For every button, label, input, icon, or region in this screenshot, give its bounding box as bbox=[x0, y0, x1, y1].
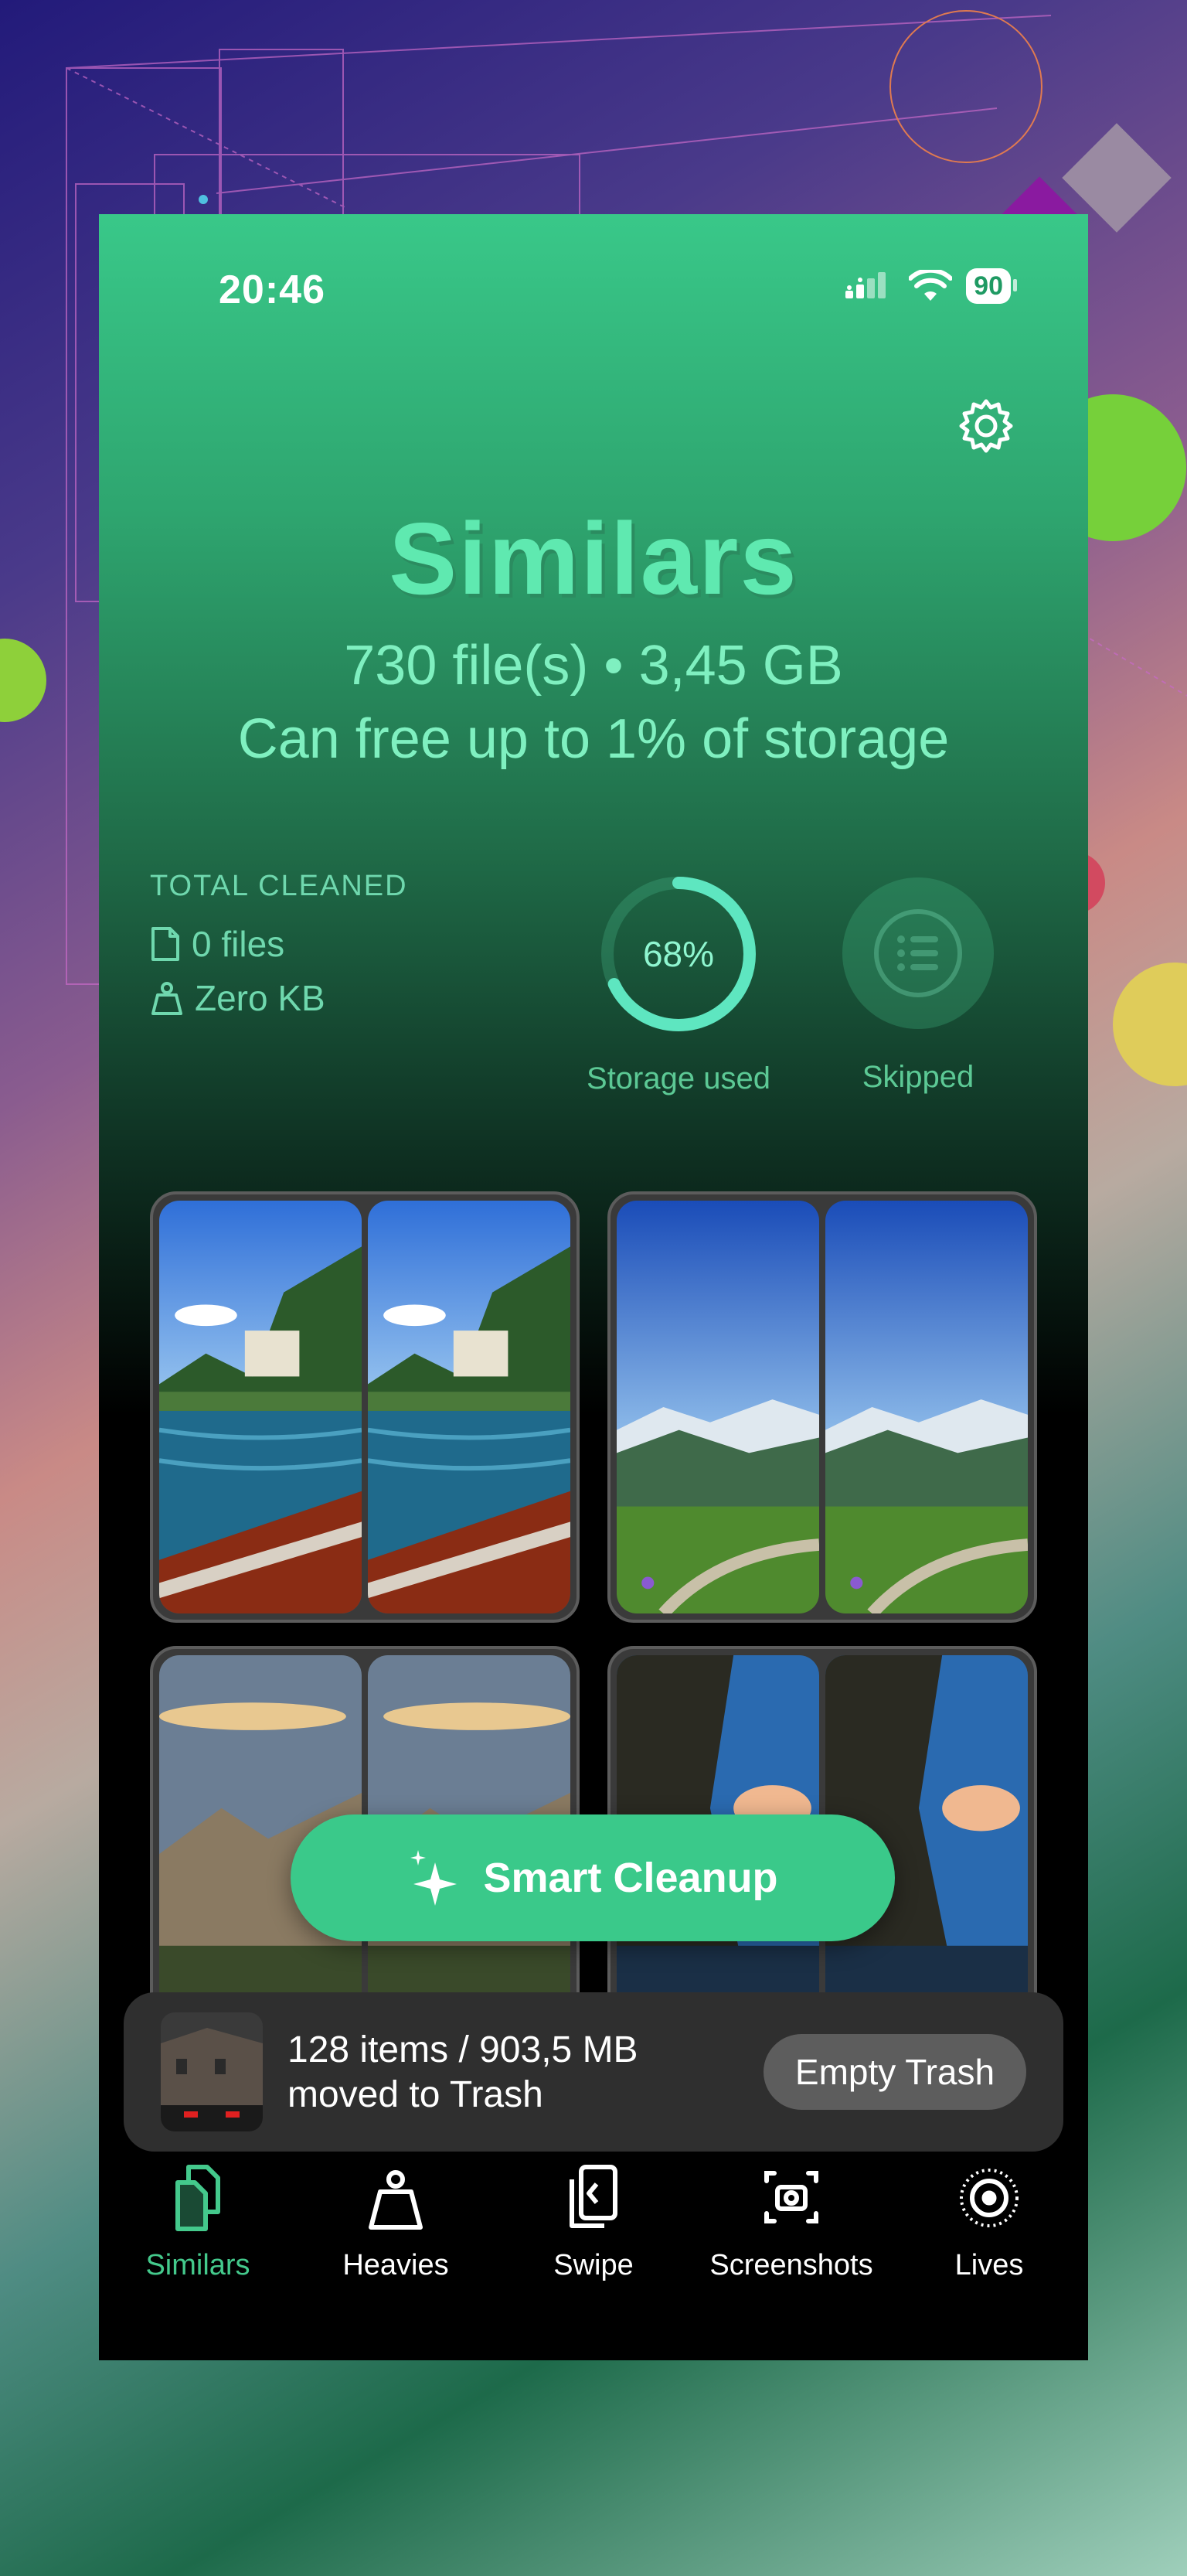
weight-icon bbox=[151, 982, 182, 1015]
tab-screenshots[interactable]: Screenshots bbox=[692, 2162, 890, 2282]
photo-thumbnail[interactable] bbox=[617, 1201, 819, 1613]
total-cleaned-label: TOTAL CLEANED bbox=[150, 870, 408, 902]
status-time: 20:46 bbox=[219, 267, 325, 312]
photo-thumbnail[interactable] bbox=[159, 1201, 362, 1613]
status-bar: 20:46 90 bbox=[99, 214, 1088, 369]
battery-indicator: 90 bbox=[966, 268, 1017, 304]
screenshot-icon bbox=[764, 2171, 818, 2223]
skipped[interactable]: Skipped bbox=[818, 873, 1019, 1095]
cleaned-files-row: 0 files bbox=[150, 923, 408, 965]
similar-group-card[interactable] bbox=[150, 1191, 580, 1623]
cleaned-files-count: 0 files bbox=[192, 924, 285, 964]
list-icon bbox=[874, 909, 962, 997]
files-summary: 730 file(s) • 3,45 GB bbox=[344, 635, 843, 697]
trash-status: moved to Trash bbox=[287, 2074, 543, 2115]
smart-cleanup-label: Smart Cleanup bbox=[483, 1855, 778, 1901]
file-icon bbox=[151, 927, 179, 961]
wifi-icon bbox=[909, 270, 953, 301]
trash-summary: 128 items / 903,5 MB moved to Trash bbox=[287, 2028, 638, 2118]
tab-heavies[interactable]: Heavies bbox=[297, 2162, 495, 2282]
total-cleaned: TOTAL CLEANED 0 files Zero KB bbox=[150, 870, 408, 1019]
tab-label: Similars bbox=[145, 2249, 250, 2281]
page-title: Similars bbox=[389, 502, 798, 615]
trash-thumbnail bbox=[161, 2012, 263, 2131]
sparkles-icon bbox=[410, 1850, 457, 1906]
swipe-icon bbox=[570, 2165, 617, 2228]
cleaned-size: Zero KB bbox=[195, 978, 325, 1018]
tab-label: Heavies bbox=[342, 2249, 449, 2281]
similar-group-card[interactable] bbox=[607, 1191, 1037, 1623]
tab-bar: Similars Heavies Swipe Screenshots Lives bbox=[99, 2162, 1088, 2360]
phone-screen: 20:46 90 Similars 730 file(s) • 3,45 GB … bbox=[99, 214, 1088, 2360]
storage-percent: 68% bbox=[642, 934, 715, 974]
free-up-hint: Can free up to 1% of storage bbox=[237, 708, 950, 770]
photo-thumbnail[interactable] bbox=[825, 1201, 1028, 1613]
status-icons: 90 bbox=[845, 268, 1017, 304]
empty-trash-button[interactable]: Empty Trash bbox=[764, 2034, 1026, 2110]
photo-thumbnail[interactable] bbox=[368, 1201, 570, 1613]
storage-used[interactable]: 68% Storage used bbox=[578, 873, 779, 1096]
live-photo-icon bbox=[960, 2169, 1019, 2227]
skipped-button[interactable] bbox=[842, 877, 994, 1029]
tab-label: Screenshots bbox=[709, 2249, 873, 2281]
similars-icon bbox=[175, 2165, 220, 2231]
tab-lives[interactable]: Lives bbox=[890, 2162, 1088, 2282]
tab-swipe[interactable]: Swipe bbox=[495, 2162, 692, 2282]
cellular-signal-icon bbox=[845, 272, 886, 298]
cleaned-size-row: Zero KB bbox=[150, 977, 408, 1019]
trash-banner: 128 items / 903,5 MB moved to Trash Empt… bbox=[124, 1992, 1063, 2152]
trash-count: 128 items / 903,5 MB bbox=[287, 2029, 638, 2070]
storage-used-label: Storage used bbox=[587, 1061, 770, 1095]
skipped-label: Skipped bbox=[862, 1060, 974, 1094]
tab-label: Lives bbox=[954, 2249, 1024, 2281]
settings-gear-icon[interactable] bbox=[954, 394, 1019, 458]
weight-icon bbox=[369, 2170, 423, 2230]
tab-label: Swipe bbox=[553, 2249, 634, 2281]
tab-similars[interactable]: Similars bbox=[99, 2162, 297, 2282]
smart-cleanup-button[interactable]: Smart Cleanup bbox=[291, 1814, 895, 1941]
